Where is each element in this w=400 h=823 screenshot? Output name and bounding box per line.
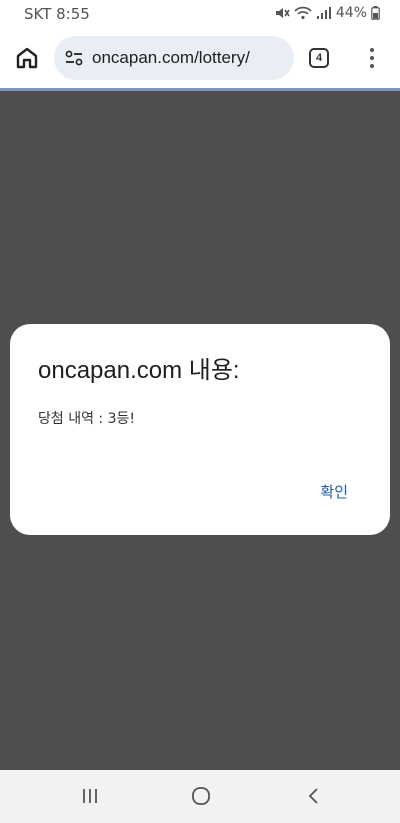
tune-icon[interactable] [64,48,84,68]
mute-icon [275,8,290,18]
home-icon[interactable] [14,45,40,71]
circle-home-icon[interactable] [191,786,211,806]
wifi-icon [294,6,312,20]
back-icon[interactable] [306,786,322,806]
status-bar: SKT 8:55 44% [0,0,400,28]
more-vert-icon[interactable] [364,46,380,70]
address-bar[interactable]: oncapan.com/lottery/ [54,36,294,80]
ok-button[interactable]: 확인 [320,481,348,502]
url-text: oncapan.com/lottery/ [92,48,250,67]
status-icons: 44% [274,5,380,21]
recents-icon[interactable] [81,786,99,806]
dialog-message: 당첨 내역 : 3등! [38,411,135,427]
dialog-title: oncapan.com 내용: [38,357,240,384]
navigation-bar [0,770,400,823]
battery-percent: 44% [335,5,367,21]
signal-icon [316,7,331,19]
carrier-time: SKT 8:55 [24,5,90,23]
alert-dialog: oncapan.com 내용: 당첨 내역 : 3등! 확인 [10,324,390,535]
browser-toolbar: oncapan.com/lottery/ 4 [0,28,400,88]
tab-switcher-button[interactable]: 4 [309,48,329,68]
battery-icon [371,6,380,20]
